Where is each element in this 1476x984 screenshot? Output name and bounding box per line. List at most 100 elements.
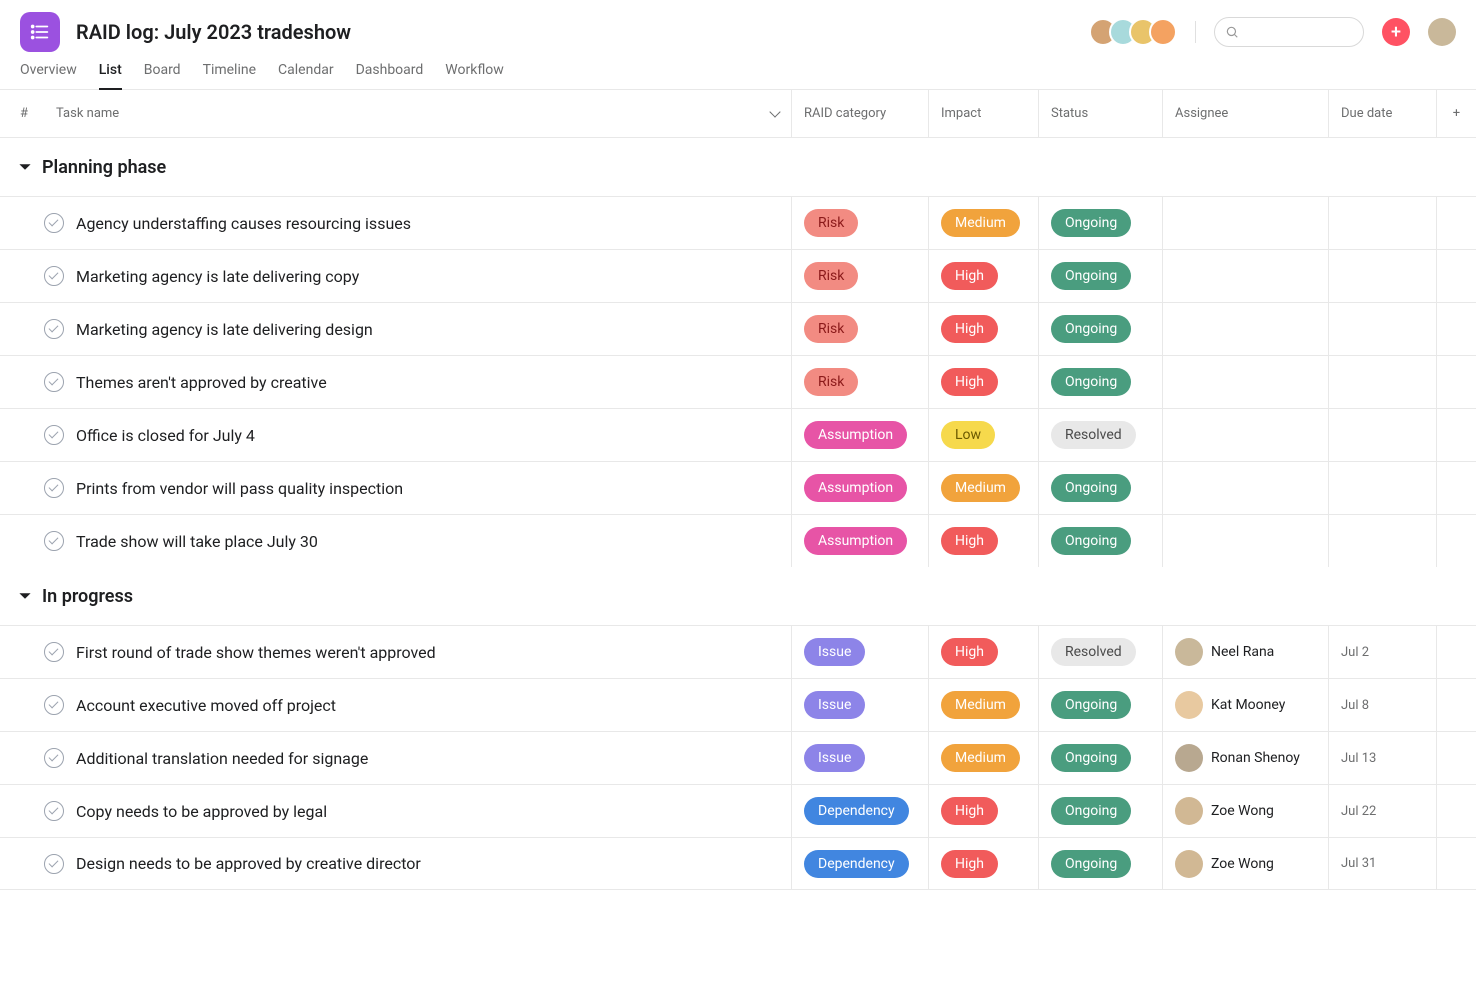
due-date-cell[interactable] xyxy=(1328,197,1436,249)
column-status[interactable]: Status xyxy=(1038,90,1162,137)
impact-pill[interactable]: Medium xyxy=(941,474,1020,502)
status-pill[interactable]: Ongoing xyxy=(1051,691,1131,719)
status-pill[interactable]: Ongoing xyxy=(1051,744,1131,772)
assignee-cell[interactable] xyxy=(1162,197,1328,249)
raid-pill[interactable]: Issue xyxy=(804,744,865,772)
assignee-cell[interactable] xyxy=(1162,303,1328,355)
tab-dashboard[interactable]: Dashboard xyxy=(356,62,424,89)
member-avatars[interactable] xyxy=(1089,18,1177,46)
task-name[interactable]: Design needs to be approved by creative … xyxy=(76,854,421,873)
assignee-cell[interactable] xyxy=(1162,409,1328,461)
task-name[interactable]: Office is closed for July 4 xyxy=(76,426,255,445)
complete-checkbox[interactable] xyxy=(44,372,64,392)
due-date-cell[interactable] xyxy=(1328,303,1436,355)
task-row[interactable]: Additional translation needed for signag… xyxy=(0,731,1476,784)
column-task-name[interactable]: Task name xyxy=(40,106,791,121)
status-pill[interactable]: Resolved xyxy=(1051,638,1136,666)
raid-pill[interactable]: Risk xyxy=(804,315,858,343)
raid-pill[interactable]: Dependency xyxy=(804,797,909,825)
column-raid[interactable]: RAID category xyxy=(791,90,928,137)
impact-pill[interactable]: Medium xyxy=(941,209,1020,237)
task-name[interactable]: Marketing agency is late delivering desi… xyxy=(76,320,373,339)
task-name[interactable]: Prints from vendor will pass quality ins… xyxy=(76,479,403,498)
due-date-cell[interactable]: Jul 2 xyxy=(1328,626,1436,678)
section-header[interactable]: Planning phase xyxy=(0,138,1476,196)
assignee-cell[interactable] xyxy=(1162,515,1328,567)
impact-pill[interactable]: High xyxy=(941,527,998,555)
tab-calendar[interactable]: Calendar xyxy=(278,62,334,89)
raid-pill[interactable]: Risk xyxy=(804,368,858,396)
impact-pill[interactable]: High xyxy=(941,638,998,666)
column-due[interactable]: Due date xyxy=(1328,90,1436,137)
raid-pill[interactable]: Issue xyxy=(804,638,865,666)
column-assignee[interactable]: Assignee xyxy=(1162,90,1328,137)
tab-workflow[interactable]: Workflow xyxy=(445,62,504,89)
section-header[interactable]: In progress xyxy=(0,567,1476,625)
status-pill[interactable]: Ongoing xyxy=(1051,315,1131,343)
task-row[interactable]: Marketing agency is late delivering copy… xyxy=(0,249,1476,302)
task-name[interactable]: Marketing agency is late delivering copy xyxy=(76,267,359,286)
impact-pill[interactable]: High xyxy=(941,315,998,343)
raid-pill[interactable]: Issue xyxy=(804,691,865,719)
status-pill[interactable]: Ongoing xyxy=(1051,527,1131,555)
raid-pill[interactable]: Risk xyxy=(804,262,858,290)
raid-pill[interactable]: Assumption xyxy=(804,527,907,555)
task-name[interactable]: Account executive moved off project xyxy=(76,696,336,715)
raid-pill[interactable]: Risk xyxy=(804,209,858,237)
task-name[interactable]: Copy needs to be approved by legal xyxy=(76,802,327,821)
assignee-cell[interactable]: Zoe Wong xyxy=(1162,785,1328,837)
status-pill[interactable]: Ongoing xyxy=(1051,850,1131,878)
task-row[interactable]: First round of trade show themes weren't… xyxy=(0,625,1476,678)
project-title[interactable]: RAID log: July 2023 tradeshow xyxy=(76,20,351,44)
tab-timeline[interactable]: Timeline xyxy=(203,62,256,89)
status-pill[interactable]: Ongoing xyxy=(1051,209,1131,237)
raid-pill[interactable]: Assumption xyxy=(804,421,907,449)
impact-pill[interactable]: High xyxy=(941,797,998,825)
assignee-cell[interactable]: Neel Rana xyxy=(1162,626,1328,678)
assignee-cell[interactable] xyxy=(1162,462,1328,514)
task-row[interactable]: Prints from vendor will pass quality ins… xyxy=(0,461,1476,514)
complete-checkbox[interactable] xyxy=(44,319,64,339)
complete-checkbox[interactable] xyxy=(44,266,64,286)
assignee-cell[interactable]: Zoe Wong xyxy=(1162,838,1328,889)
assignee-cell[interactable]: Kat Mooney xyxy=(1162,679,1328,731)
tab-list[interactable]: List xyxy=(99,62,122,90)
member-avatar[interactable] xyxy=(1149,18,1177,46)
tab-overview[interactable]: Overview xyxy=(20,62,77,89)
impact-pill[interactable]: Medium xyxy=(941,744,1020,772)
impact-pill[interactable]: Medium xyxy=(941,691,1020,719)
complete-checkbox[interactable] xyxy=(44,642,64,662)
due-date-cell[interactable]: Jul 22 xyxy=(1328,785,1436,837)
status-pill[interactable]: Resolved xyxy=(1051,421,1136,449)
status-pill[interactable]: Ongoing xyxy=(1051,368,1131,396)
add-column-button[interactable]: + xyxy=(1436,90,1476,137)
assignee-cell[interactable] xyxy=(1162,250,1328,302)
task-row[interactable]: Trade show will take place July 30 Assum… xyxy=(0,514,1476,567)
task-row[interactable]: Office is closed for July 4 Assumption L… xyxy=(0,408,1476,461)
task-row[interactable]: Themes aren't approved by creative Risk … xyxy=(0,355,1476,408)
task-name[interactable]: First round of trade show themes weren't… xyxy=(76,643,436,662)
due-date-cell[interactable]: Jul 8 xyxy=(1328,679,1436,731)
due-date-cell[interactable] xyxy=(1328,515,1436,567)
column-impact[interactable]: Impact xyxy=(928,90,1038,137)
raid-pill[interactable]: Dependency xyxy=(804,850,909,878)
complete-checkbox[interactable] xyxy=(44,213,64,233)
assignee-cell[interactable] xyxy=(1162,356,1328,408)
task-name[interactable]: Additional translation needed for signag… xyxy=(76,749,368,768)
tab-board[interactable]: Board xyxy=(144,62,181,89)
raid-pill[interactable]: Assumption xyxy=(804,474,907,502)
task-name[interactable]: Trade show will take place July 30 xyxy=(76,532,318,551)
task-row[interactable]: Design needs to be approved by creative … xyxy=(0,837,1476,890)
status-pill[interactable]: Ongoing xyxy=(1051,474,1131,502)
current-user-avatar[interactable] xyxy=(1428,18,1456,46)
status-pill[interactable]: Ongoing xyxy=(1051,797,1131,825)
impact-pill[interactable]: Low xyxy=(941,421,995,449)
complete-checkbox[interactable] xyxy=(44,478,64,498)
due-date-cell[interactable] xyxy=(1328,462,1436,514)
status-pill[interactable]: Ongoing xyxy=(1051,262,1131,290)
complete-checkbox[interactable] xyxy=(44,425,64,445)
impact-pill[interactable]: High xyxy=(941,262,998,290)
complete-checkbox[interactable] xyxy=(44,801,64,821)
complete-checkbox[interactable] xyxy=(44,531,64,551)
impact-pill[interactable]: High xyxy=(941,368,998,396)
